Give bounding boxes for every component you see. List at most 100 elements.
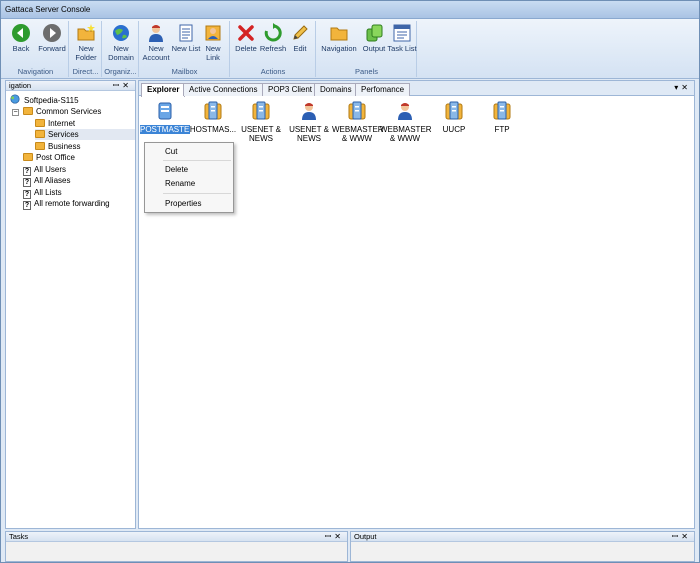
navigation-panel-label: Navigation	[321, 44, 357, 53]
explorer-item-label: POSTMASTER	[140, 125, 196, 134]
tab-controls[interactable]: ▾✕	[674, 83, 691, 92]
output-panel-button[interactable]: Output	[359, 23, 389, 67]
group-caption-navigation: Navigation	[17, 67, 54, 76]
pin-icon[interactable]: ꟷ	[113, 81, 123, 90]
tasks-pane: Tasks ꟷ✕	[5, 531, 348, 562]
new-folder-label: New Folder	[75, 44, 97, 62]
pane-controls[interactable]: ꟷ✕	[113, 81, 132, 91]
tree-node-server[interactable]: Softpedia-S115	[9, 94, 79, 105]
delete-button[interactable]: Delete	[231, 23, 261, 67]
forward-label: Forward	[38, 44, 66, 53]
question-icon: ?	[23, 178, 31, 187]
forward-button[interactable]: Forward	[37, 23, 67, 67]
new-account-label: New Account	[142, 44, 170, 62]
edit-button[interactable]: Edit	[285, 23, 315, 67]
new-account-button[interactable]: New Account	[141, 23, 171, 67]
tree-node-all-users[interactable]: ? All Users	[23, 164, 66, 176]
refresh-icon	[264, 23, 282, 42]
explorer-item-usenet-news-1[interactable]: USENET & NEWS	[236, 101, 286, 143]
tab-performance[interactable]: Perfomance	[355, 83, 411, 96]
new-domain-label: New Domain	[108, 44, 134, 62]
pin-icon[interactable]: ꟷ	[325, 532, 335, 541]
refresh-label: Refresh	[259, 44, 287, 53]
explorer-item-postmaster[interactable]: POSTMASTER	[140, 101, 196, 134]
tree-node-post-office[interactable]: Post Office	[23, 152, 75, 163]
navigation-panel-button[interactable]: Navigation	[320, 23, 358, 67]
list-icon	[179, 24, 193, 42]
tree-node-business[interactable]: Business	[35, 141, 80, 152]
title-bar: Gattaca Server Console	[1, 1, 699, 19]
output-pane-title: Output	[354, 532, 377, 541]
ribbon-group-directory: New Folder Direct...	[70, 21, 102, 77]
folder-icon	[35, 142, 45, 150]
new-link-button[interactable]: New Link	[198, 23, 228, 67]
context-menu-cut[interactable]: Cut	[165, 147, 177, 157]
server-icon	[158, 102, 172, 120]
back-button[interactable]: Back	[6, 23, 36, 67]
explorer-item-webmaster-www-1[interactable]: WEBMASTER & WWW	[332, 101, 384, 143]
tree-node-all-remote-forwarding[interactable]: ? All remote forwarding	[23, 198, 110, 210]
folder-icon	[35, 119, 45, 127]
explorer-item-hostmaster[interactable]: HOSTMAS...	[188, 101, 238, 134]
tab-active-connections[interactable]: Active Connections	[183, 83, 264, 96]
ribbon-group-actions: Delete Refresh Edit Actions	[231, 21, 316, 77]
task-list-button[interactable]: Task List	[387, 23, 417, 67]
explorer-item-usenet-news-2[interactable]: USENET & NEWS	[284, 101, 334, 143]
ribbon-group-panels: Navigation Output Task List Panels	[317, 21, 417, 77]
context-menu-properties[interactable]: Properties	[165, 199, 201, 209]
ribbon-group-organization: New Domain Organiz...	[103, 21, 139, 77]
new-list-label: New List	[171, 44, 201, 53]
new-folder-button[interactable]: New Folder	[71, 23, 101, 67]
user-icon	[398, 103, 412, 120]
link-icon	[205, 25, 221, 41]
tab-pop3-client[interactable]: POP3 Client	[262, 83, 319, 96]
ribbon-group-mailbox: New Account New List New Link Mailbox	[140, 21, 230, 77]
close-icon[interactable]: ✕	[334, 532, 344, 541]
pane-controls[interactable]: ꟷ✕	[325, 532, 344, 542]
context-menu-delete[interactable]: Delete	[165, 165, 188, 175]
explorer-item-uucp[interactable]: UUCP	[429, 101, 479, 134]
new-list-button[interactable]: New List	[171, 23, 201, 67]
ribbon: Back Forward Navigation New Folder Direc…	[1, 19, 699, 79]
explorer-item-label: WEBMASTER & WWW	[380, 125, 432, 143]
context-menu: Cut Delete Rename Properties	[144, 142, 234, 213]
tree-node-all-aliases[interactable]: ? All Aliases	[23, 175, 70, 187]
navigation-pane: igation ꟷ✕ Softpedia-S115 − Common Servi…	[5, 80, 136, 529]
task-list-label: Task List	[387, 44, 417, 53]
refresh-button[interactable]: Refresh	[258, 23, 288, 67]
close-icon[interactable]: ✕	[681, 532, 691, 541]
tab-domains[interactable]: Domains	[314, 83, 358, 96]
tab-explorer[interactable]: Explorer	[141, 83, 186, 97]
explorer-item-label: FTP	[494, 125, 510, 134]
server-icon	[10, 94, 20, 104]
explorer-item-label: USENET & NEWS	[289, 125, 329, 143]
tree-node-common-services[interactable]: Common Services	[23, 106, 101, 117]
task-list-icon	[393, 24, 411, 42]
explorer-item-ftp[interactable]: FTP	[477, 101, 527, 134]
close-icon[interactable]: ✕	[681, 83, 691, 92]
close-icon[interactable]: ✕	[122, 81, 132, 90]
pin-icon[interactable]: ꟷ	[672, 532, 682, 541]
app-window: Gattaca Server Console Back Forward Navi…	[0, 0, 700, 563]
output-panel-label: Output	[362, 44, 386, 53]
server-icon	[445, 101, 463, 120]
tasks-pane-title: Tasks	[9, 532, 29, 541]
group-caption-actions: Actions	[260, 67, 286, 76]
output-icon	[366, 24, 383, 42]
tree-node-all-lists[interactable]: ? All Lists	[23, 187, 62, 199]
explorer-item-webmaster-www-2[interactable]: WEBMASTER & WWW	[380, 101, 432, 143]
context-menu-rename[interactable]: Rename	[165, 179, 195, 189]
tree-node-services[interactable]: Services	[35, 129, 135, 140]
navigation-pane-title: igation	[9, 81, 32, 90]
delete-label: Delete	[235, 44, 257, 53]
explorer-item-label: USENET & NEWS	[241, 125, 281, 143]
folder-icon	[35, 130, 45, 138]
tree-node-internet[interactable]: Internet	[35, 118, 75, 129]
pane-controls[interactable]: ꟷ✕	[672, 532, 691, 542]
explorer-item-label: HOSTMAS...	[189, 125, 237, 134]
globe-icon	[113, 25, 129, 41]
expand-toggle[interactable]: −	[12, 109, 19, 116]
group-caption-organization: Organiz...	[104, 67, 137, 76]
new-domain-button[interactable]: New Domain	[106, 23, 136, 67]
question-icon: ?	[23, 201, 31, 210]
